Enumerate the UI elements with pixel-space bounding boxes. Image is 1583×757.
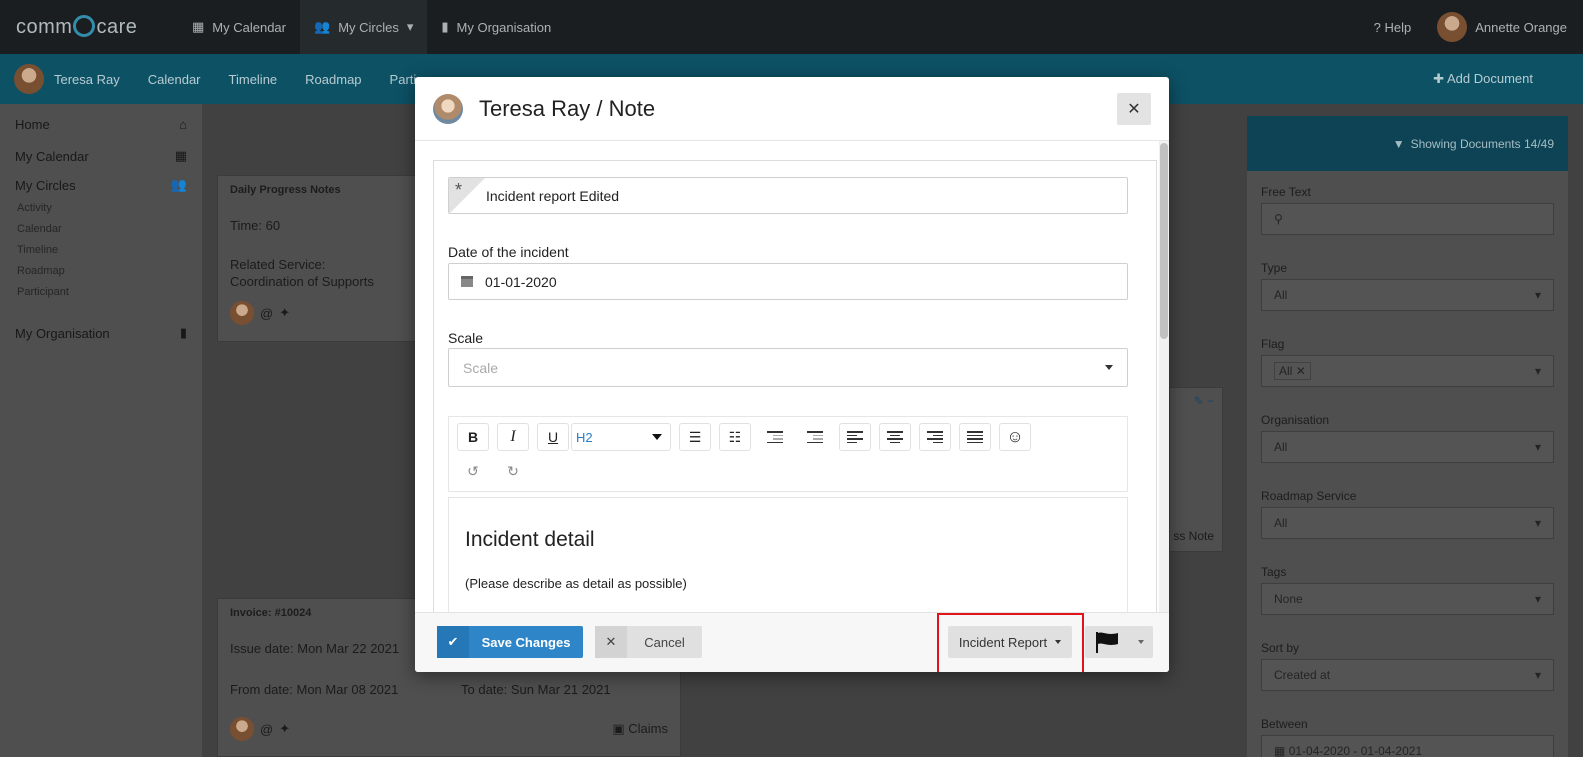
scale-select[interactable]: Scale bbox=[448, 348, 1128, 387]
required-asterisk-icon: * bbox=[455, 180, 463, 200]
bullet-list-icon: ☰ bbox=[688, 428, 702, 445]
save-changes-button[interactable]: ✔ Save Changes bbox=[437, 626, 583, 658]
justify-button[interactable] bbox=[959, 423, 991, 451]
participant-avatar bbox=[433, 93, 463, 124]
modal-footer: ✔ Save Changes ✕ Cancel Incident Report bbox=[415, 612, 1169, 672]
align-left-button[interactable] bbox=[839, 423, 871, 451]
undo-icon: ↺ bbox=[467, 462, 479, 479]
modal-scrollbar[interactable] bbox=[1159, 141, 1169, 612]
align-center-icon bbox=[887, 431, 903, 443]
calendar-icon bbox=[461, 276, 473, 287]
italic-button[interactable]: I bbox=[497, 423, 529, 451]
date-label: Date of the incident bbox=[448, 244, 569, 260]
indent-button[interactable] bbox=[799, 423, 831, 451]
note-modal: Teresa Ray / Note ✕ * Incident report Ed… bbox=[415, 77, 1169, 672]
numbered-list-button[interactable]: ☷ bbox=[719, 423, 751, 451]
redo-icon: ↻ bbox=[507, 462, 519, 479]
editor-toolbar: B I U H2 ☰ ☷ ☺ ↺ ↻ bbox=[448, 416, 1128, 492]
modal-header: Teresa Ray / Note ✕ bbox=[415, 77, 1169, 141]
emoji-button[interactable]: ☺ bbox=[999, 423, 1031, 451]
rich-text-editor[interactable]: Incident detail (Please describe as deta… bbox=[448, 497, 1128, 612]
outdent-icon bbox=[767, 431, 783, 443]
note-form: * Incident report Edited Date of the inc… bbox=[433, 160, 1157, 612]
modal-title: Teresa Ray / Note bbox=[479, 95, 656, 121]
close-button[interactable]: ✕ bbox=[1117, 92, 1151, 125]
cancel-button[interactable]: ✕ Cancel bbox=[595, 626, 702, 658]
numbered-list-icon: ☷ bbox=[728, 428, 742, 445]
bullet-list-button[interactable]: ☰ bbox=[679, 423, 711, 451]
incident-date-input[interactable]: 01-01-2020 bbox=[448, 263, 1128, 300]
note-title-input[interactable]: * Incident report Edited bbox=[448, 177, 1128, 214]
align-right-button[interactable] bbox=[919, 423, 951, 451]
modal-body: * Incident report Edited Date of the inc… bbox=[415, 141, 1169, 612]
redo-button[interactable]: ↻ bbox=[497, 457, 529, 485]
scrollbar-thumb[interactable] bbox=[1160, 143, 1168, 339]
flag-dropdown[interactable] bbox=[1085, 626, 1153, 658]
underline-button[interactable]: U bbox=[537, 423, 569, 451]
document-type-dropdown[interactable]: Incident Report bbox=[948, 626, 1072, 658]
chevron-down-icon bbox=[1105, 365, 1113, 370]
chevron-down-icon bbox=[1055, 640, 1062, 644]
outdent-button[interactable] bbox=[759, 423, 791, 451]
close-icon: ✕ bbox=[1127, 100, 1141, 118]
smiley-icon: ☺ bbox=[1006, 427, 1024, 446]
align-right-icon bbox=[927, 431, 943, 443]
align-left-icon bbox=[847, 431, 863, 443]
checkmark-icon: ✔ bbox=[437, 626, 469, 658]
chevron-down-icon bbox=[652, 434, 662, 440]
indent-icon bbox=[807, 431, 823, 443]
close-icon: ✕ bbox=[595, 626, 627, 658]
editor-paragraph: (Please describe as detail as possible) bbox=[465, 576, 687, 591]
align-center-button[interactable] bbox=[879, 423, 911, 451]
undo-button[interactable]: ↺ bbox=[457, 457, 489, 485]
heading-select[interactable]: H2 bbox=[571, 423, 671, 451]
chevron-down-icon bbox=[1138, 640, 1144, 644]
justify-icon bbox=[967, 431, 983, 443]
editor-heading: Incident detail bbox=[465, 528, 595, 551]
flag-icon bbox=[1096, 632, 1118, 653]
bold-button[interactable]: B bbox=[457, 423, 489, 451]
scale-label: Scale bbox=[448, 330, 484, 346]
